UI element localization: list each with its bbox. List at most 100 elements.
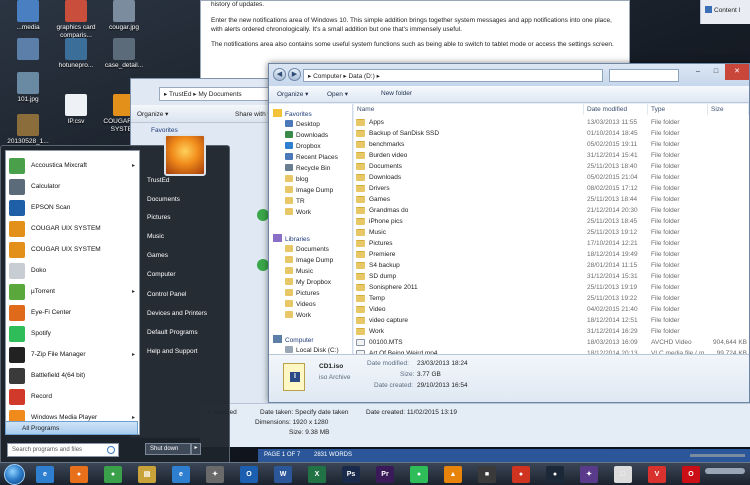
file-row[interactable]: Work 31/12/2014 16:29 File folder [354, 326, 749, 337]
photoshop-taskbar-icon[interactable]: Ps [342, 466, 360, 483]
paw-app-taskbar-icon[interactable]: ✦ [206, 466, 224, 483]
organize-button[interactable]: Organize ▾ [137, 110, 168, 118]
favorites-header[interactable]: Favorites [151, 127, 178, 134]
back-button[interactable]: ◀ [273, 68, 286, 81]
nav-favorite-item[interactable]: TR [285, 197, 305, 205]
file-row[interactable]: Video 04/02/2015 21:40 File folder [354, 304, 749, 315]
start-program-item[interactable]: EPSON Scan [6, 197, 139, 219]
nav-drive-item[interactable]: Local Disk (C:) [285, 346, 339, 354]
file-row[interactable]: iPhone pics 25/11/2013 18:45 File folder [354, 216, 749, 227]
close-button[interactable]: ✕ [725, 64, 749, 80]
open-button[interactable]: Open ▾ [327, 90, 348, 98]
desktop-icon[interactable]: IP.csv [52, 94, 100, 126]
start-link-item[interactable]: Control Panel [147, 291, 186, 298]
file-row[interactable]: Temp 25/11/2013 19:22 File folder [354, 293, 749, 304]
new-folder-button[interactable]: New folder [381, 90, 412, 97]
start-link-item[interactable]: Documents [147, 196, 180, 203]
start-button[interactable] [4, 464, 25, 485]
start-link-item[interactable]: Devices and Printers [147, 310, 207, 317]
app-purple-taskbar-icon[interactable]: ✦ [580, 466, 598, 483]
content-panel-tab[interactable]: Content I [700, 0, 750, 24]
nav-library-item[interactable]: Image Dump [285, 256, 333, 264]
word-taskbar-icon[interactable]: W [274, 466, 292, 483]
app-white-taskbar-icon[interactable]: □ [614, 466, 632, 483]
desktop-icon[interactable]: ...media [4, 0, 52, 32]
file-row[interactable]: Grandmas do 21/12/2014 20:30 File folder [354, 205, 749, 216]
file-row[interactable]: Backup of SanDisk SSD 01/10/2014 18:45 Fil… [354, 128, 749, 139]
file-row[interactable]: Drivers 08/02/2015 17:12 File folder [354, 183, 749, 194]
page-count[interactable]: PAGE 1 OF 7 [264, 452, 300, 458]
premiere-taskbar-icon[interactable]: Pr [376, 466, 394, 483]
desktop-icon[interactable]: 101.jpg [4, 72, 52, 104]
start-program-item[interactable]: Record [6, 386, 139, 408]
all-programs-button[interactable]: All Programs [5, 421, 138, 435]
file-row[interactable]: Downloads 05/02/2015 21:04 File folder [354, 172, 749, 183]
nav-computer[interactable]: Computer [273, 335, 314, 344]
app-dark-taskbar-icon[interactable]: ■ [478, 466, 496, 483]
file-row[interactable]: Documents 25/11/2013 18:40 File folder [354, 161, 749, 172]
column-name[interactable]: Name [354, 104, 584, 115]
start-link-item[interactable]: TrustEd [147, 177, 170, 184]
vivaldi-taskbar-icon[interactable]: V [648, 466, 666, 483]
file-row[interactable]: SD dump 31/12/2014 15:31 File folder [354, 271, 749, 282]
file-row[interactable]: Games 25/11/2013 18:44 File folder [354, 194, 749, 205]
word-count[interactable]: 2831 WORDS [314, 452, 352, 458]
file-row[interactable]: video capture 18/12/2014 12:51 File folder [354, 315, 749, 326]
nav-library-item[interactable]: Documents [285, 245, 329, 253]
start-link-item[interactable]: Default Programs [147, 329, 198, 336]
column-size[interactable]: Size [708, 104, 749, 115]
start-program-item[interactable]: Spotify [6, 323, 139, 345]
shutdown-button[interactable]: Shut down [145, 443, 191, 455]
file-row[interactable]: Apps 13/03/2013 11:55 File folder [354, 117, 749, 128]
windows-explorer-taskbar-icon[interactable]: ▤ [138, 466, 156, 483]
start-program-item[interactable]: Eye-Fi Center [6, 302, 139, 324]
user-avatar[interactable] [164, 134, 206, 176]
start-program-item[interactable]: Battlefield 4(64 bit) [6, 365, 139, 387]
file-row[interactable]: benchmarks 05/02/2015 19:11 File folder [354, 139, 749, 150]
share-with-button[interactable]: Share with ▾ [235, 110, 271, 118]
nav-library-item[interactable]: Pictures [285, 289, 319, 297]
spotify-taskbar-icon[interactable]: ● [410, 466, 428, 483]
start-link-item[interactable]: Help and Support [147, 348, 198, 355]
start-link-item[interactable]: Computer [147, 271, 176, 278]
file-row[interactable]: Burden video 31/12/2014 15:41 File folder [354, 150, 749, 161]
start-program-item[interactable]: Doko [6, 260, 139, 282]
address-bar[interactable]: ▸ Computer ▸ Data (D:) ▸ [303, 69, 603, 82]
desktop-icon[interactable]: cougar.jpg [100, 0, 148, 32]
start-program-item[interactable]: 7-Zip File Manager ▸ [6, 344, 139, 366]
steam-taskbar-icon[interactable]: ● [546, 466, 564, 483]
file-row[interactable]: Music 25/11/2013 19:12 File folder [354, 227, 749, 238]
desktop-icon[interactable]: graphics card comparis... [52, 0, 100, 40]
vlc-taskbar-icon[interactable]: ▲ [444, 466, 462, 483]
file-row[interactable]: S4 backup 28/01/2014 11:15 File folder [354, 260, 749, 271]
nav-library-item[interactable]: My Dropbox [285, 278, 331, 286]
file-row[interactable]: Sonisphere 2011 25/11/2013 19:19 File fold… [354, 282, 749, 293]
start-link-item[interactable]: Pictures [147, 214, 170, 221]
nav-libraries[interactable]: Libraries [273, 234, 310, 243]
opera-taskbar-icon[interactable]: O [682, 466, 700, 483]
nav-favorites[interactable]: Favorites [273, 109, 312, 118]
maximize-button[interactable]: □ [707, 64, 725, 80]
start-search-input[interactable]: Search programs and files [7, 443, 119, 457]
chrome-taskbar-icon[interactable]: ● [104, 466, 122, 483]
shutdown-options-button[interactable]: ▸ [191, 443, 201, 455]
start-program-item[interactable]: µTorrent ▸ [6, 281, 139, 303]
desktop-icon[interactable]: case_detail... [100, 38, 148, 70]
desktop-icon[interactable]: 20130528_1... [4, 114, 52, 146]
forward-button[interactable]: ▶ [288, 68, 301, 81]
system-tray-clock[interactable] [705, 468, 745, 474]
file-row[interactable]: Premiere 18/12/2014 19:49 File folder [354, 249, 749, 260]
nav-favorite-item[interactable]: Desktop [285, 120, 320, 128]
nav-favorite-item[interactable]: Dropbox [285, 142, 321, 150]
start-link-item[interactable]: Music [147, 233, 164, 240]
zoom-slider[interactable] [690, 454, 745, 457]
desktop-icon[interactable]: hotunepro... [52, 38, 100, 70]
excel-taskbar-icon[interactable]: X [308, 466, 326, 483]
nav-library-item[interactable]: Videos [285, 300, 316, 308]
column-type[interactable]: Type [648, 104, 708, 115]
outlook-taskbar-icon[interactable]: O [240, 466, 258, 483]
search-input[interactable] [609, 69, 679, 82]
firefox-taskbar-icon[interactable]: ● [70, 466, 88, 483]
nav-favorite-item[interactable]: blog [285, 175, 308, 183]
nav-favorite-item[interactable]: Work [285, 208, 311, 216]
